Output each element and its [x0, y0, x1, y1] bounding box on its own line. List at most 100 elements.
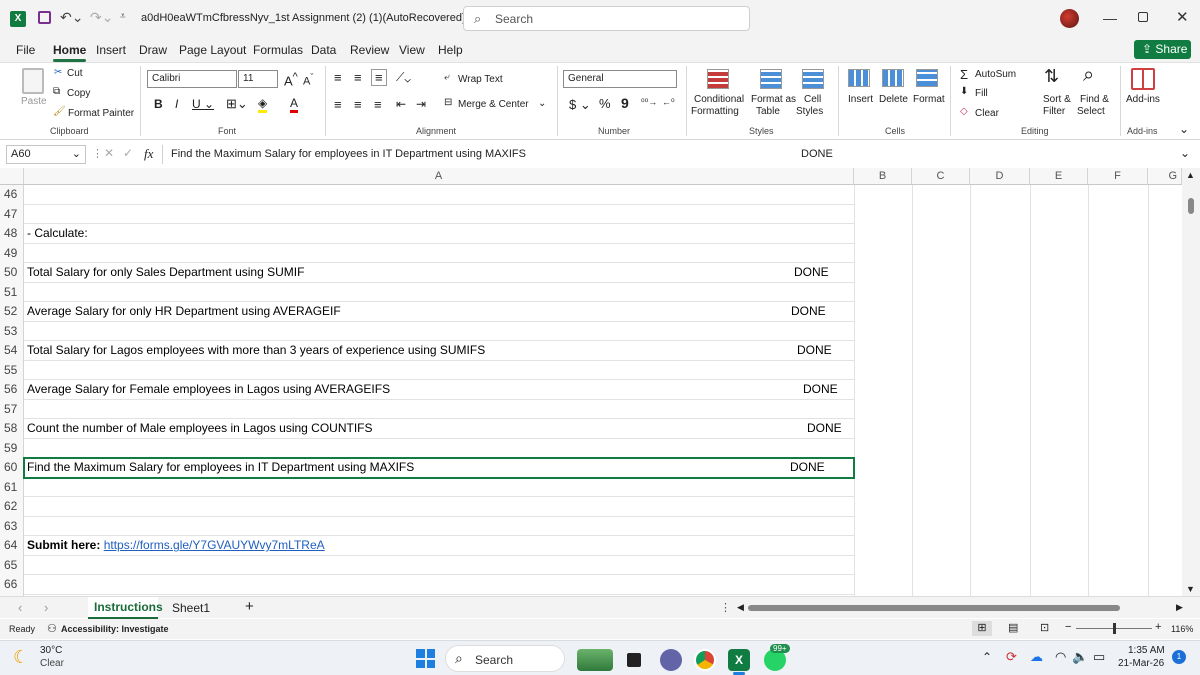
tab-data[interactable]: Data — [311, 43, 336, 57]
search-box[interactable]: ⌕ Search — [463, 6, 750, 31]
row-header[interactable]: 64 — [0, 536, 24, 556]
row-header[interactable]: 48 — [0, 224, 24, 244]
decrease-decimal-icon[interactable]: ←⁰ — [662, 97, 675, 108]
cell-a[interactable] — [24, 283, 854, 302]
accessibility-status[interactable]: Accessibility: Investigate — [61, 624, 169, 634]
cell-a[interactable] — [24, 244, 854, 263]
cell-a[interactable] — [24, 575, 854, 595]
user-avatar[interactable] — [1060, 9, 1079, 28]
cell-a[interactable] — [24, 185, 854, 205]
paste-button[interactable]: Paste — [21, 96, 47, 107]
column-header-c[interactable]: C — [912, 168, 970, 185]
prev-sheet-icon[interactable]: ‹ — [18, 600, 22, 615]
page-break-view-icon[interactable]: ⊡ — [1040, 621, 1049, 634]
more-options-icon[interactable]: ⋮ — [92, 147, 103, 160]
merge-dropdown-icon[interactable]: ⌄ — [538, 98, 546, 109]
windows-start-icon[interactable] — [416, 649, 435, 668]
tab-help[interactable]: Help — [438, 43, 463, 57]
number-format-select[interactable]: General — [563, 70, 677, 88]
row-header[interactable]: 53 — [0, 322, 24, 342]
row-header[interactable]: 58 — [0, 419, 24, 439]
borders-icon[interactable]: ⊞⌄ — [226, 96, 248, 112]
more-sheets-icon[interactable]: ⋮ — [720, 601, 731, 614]
weather-desc[interactable]: Clear — [40, 658, 64, 669]
paste-icon[interactable] — [22, 68, 44, 94]
vertical-scrollbar[interactable]: ▲ ▼ — [1182, 168, 1200, 596]
share-button[interactable]: ⇪ Share ⌄ — [1134, 40, 1191, 70]
tab-file[interactable]: File — [16, 43, 35, 57]
scroll-right-icon[interactable]: ▶ — [1176, 602, 1183, 613]
decrease-indent-icon[interactable]: ⇤ — [396, 97, 406, 111]
font-color-icon[interactable]: A — [290, 96, 299, 113]
tab-draw[interactable]: Draw — [139, 43, 167, 57]
row-header[interactable]: 65 — [0, 556, 24, 576]
battery-icon[interactable]: ▭ — [1093, 649, 1105, 665]
decrease-font-icon[interactable]: Aˇ — [303, 72, 313, 88]
cell-a[interactable] — [24, 556, 854, 575]
font-size-select[interactable]: 11 — [238, 70, 278, 88]
sync-icon[interactable]: ⟳ — [1006, 649, 1017, 665]
fill-button[interactable]: Fill — [975, 88, 988, 99]
tab-home[interactable]: Home — [53, 43, 87, 62]
cell-a[interactable] — [24, 439, 854, 458]
volume-icon[interactable]: 🔈 — [1072, 649, 1088, 665]
scroll-up-icon[interactable]: ▲ — [1186, 170, 1195, 180]
sheet-tab-sheet1[interactable]: Sheet1 — [168, 597, 214, 619]
cell-a[interactable]: Total Salary for Lagos employees with mo… — [24, 341, 854, 361]
task-view-icon[interactable] — [627, 653, 641, 667]
row-header[interactable]: 63 — [0, 517, 24, 537]
increase-font-icon[interactable]: A^ — [284, 71, 298, 88]
formula-input[interactable]: Find the Maximum Salary for employees in… — [162, 145, 1172, 164]
zoom-in-icon[interactable]: + — [1155, 621, 1161, 633]
clock-time[interactable]: 1:35 AM — [1128, 645, 1165, 656]
weather-temp[interactable]: 30°C — [40, 645, 62, 656]
cell-a[interactable]: - Calculate: — [24, 224, 854, 244]
autosum-button[interactable]: AutoSum — [975, 69, 1016, 80]
percent-icon[interactable]: % — [599, 96, 611, 111]
notification-badge[interactable]: 1 — [1172, 650, 1186, 664]
tab-page-layout[interactable]: Page Layout — [179, 43, 246, 57]
undo-icon[interactable]: ↶⌄ — [60, 9, 83, 26]
minimize-icon[interactable]: — — [1103, 10, 1117, 26]
zoom-slider-thumb[interactable] — [1113, 623, 1116, 634]
align-middle-icon[interactable]: ≡ — [354, 70, 362, 85]
next-sheet-icon[interactable]: › — [44, 600, 48, 615]
find-select-button[interactable]: Find & — [1080, 94, 1109, 105]
increase-indent-icon[interactable]: ⇥ — [416, 97, 426, 111]
merge-center-button[interactable]: Merge & Center — [458, 99, 529, 110]
conditional-formatting-button[interactable]: Conditional — [694, 94, 744, 105]
increase-decimal-icon[interactable]: ⁰⁰→ — [641, 97, 657, 108]
cell-a[interactable] — [24, 517, 854, 536]
wifi-icon[interactable]: ◠ — [1055, 649, 1066, 665]
expand-formula-bar-icon[interactable]: ⌄ — [1180, 146, 1190, 160]
orientation-icon[interactable]: ⟋⌄ — [396, 70, 411, 85]
chevron-up-icon[interactable]: ⌃ — [982, 650, 992, 664]
sheet-tab-instructions[interactable]: Instructions — [88, 597, 163, 619]
row-header[interactable]: 62 — [0, 497, 24, 517]
scroll-left-icon[interactable]: ◀ — [737, 602, 744, 613]
column-header-e[interactable]: E — [1030, 168, 1088, 185]
format-painter-button[interactable]: Format Painter — [68, 108, 134, 119]
row-header[interactable]: 52 — [0, 302, 24, 322]
cell-a[interactable] — [24, 400, 854, 419]
collapse-ribbon-icon[interactable]: ⌄ — [1179, 122, 1189, 136]
sort-filter-button-line2[interactable]: Filter — [1043, 106, 1065, 117]
row-header[interactable]: 56 — [0, 380, 24, 400]
align-bottom-icon[interactable]: ≡ — [371, 69, 387, 86]
cell-a[interactable] — [24, 322, 854, 341]
cell-a[interactable]: Submit here: https://forms.gle/Y7GVAUYWv… — [24, 536, 854, 556]
find-select-button-line2[interactable]: Select — [1077, 106, 1105, 117]
tab-review[interactable]: Review — [350, 43, 389, 57]
cut-button[interactable]: Cut — [67, 68, 83, 79]
row-header[interactable]: 51 — [0, 283, 24, 303]
clear-button[interactable]: Clear — [975, 108, 999, 119]
insert-function-icon[interactable]: fx — [144, 146, 153, 162]
enter-formula-icon[interactable]: ✓ — [123, 146, 133, 160]
align-left-icon[interactable]: ≡ — [334, 97, 342, 112]
select-all-corner[interactable] — [0, 168, 24, 185]
row-header[interactable]: 60 — [0, 458, 24, 478]
cancel-formula-icon[interactable]: ✕ — [104, 146, 114, 160]
taskbar-search[interactable]: ⌕ Search — [445, 645, 565, 672]
page-layout-view-icon[interactable]: ▤ — [1008, 621, 1018, 634]
close-icon[interactable]: ✕ — [1176, 8, 1189, 26]
